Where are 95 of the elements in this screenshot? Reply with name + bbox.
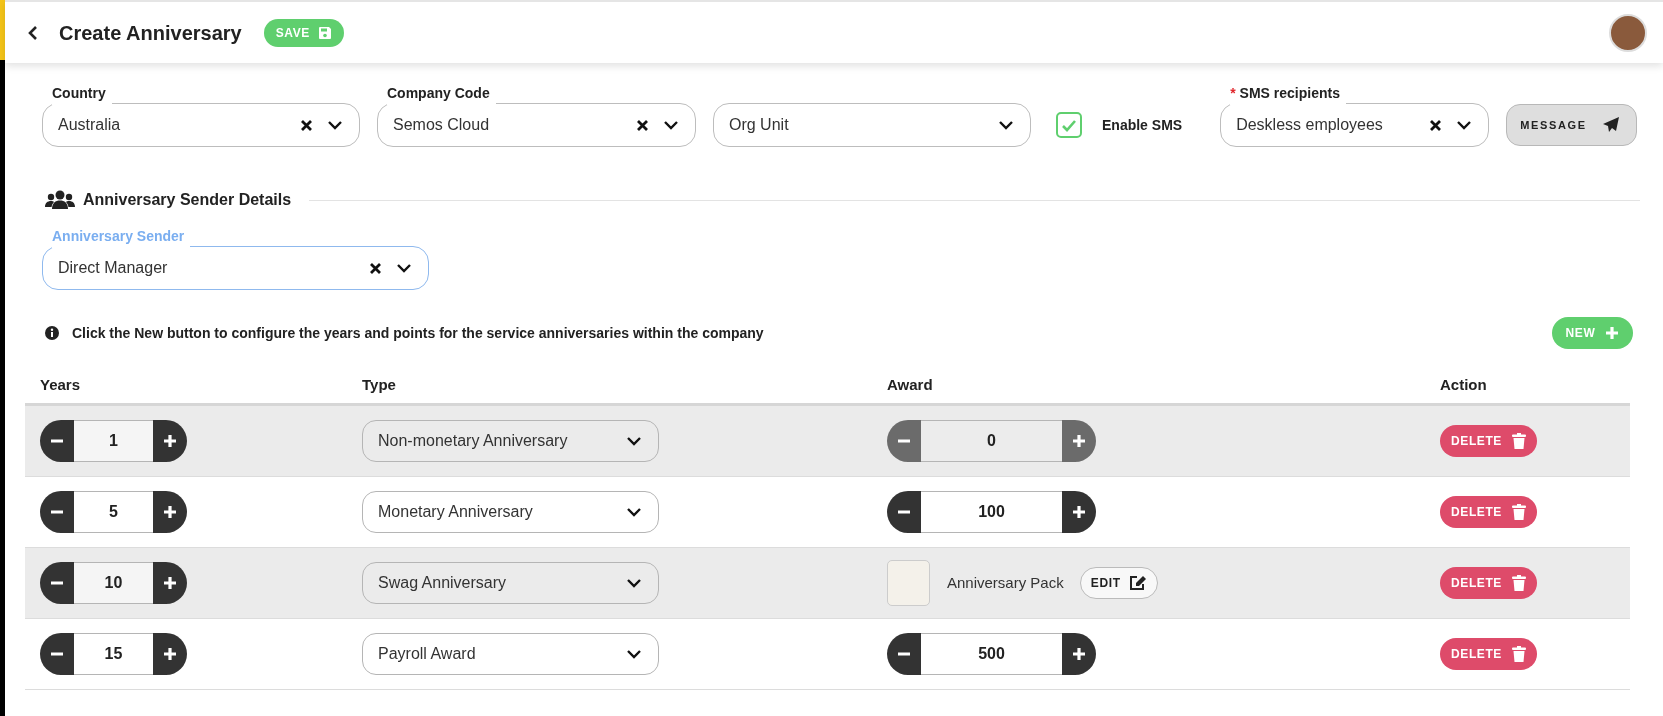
field-value: Direct Manager xyxy=(58,258,169,278)
info-icon xyxy=(45,326,59,340)
increment-button[interactable] xyxy=(1062,633,1096,675)
chevron-down-icon[interactable] xyxy=(626,507,642,517)
column-header: Action xyxy=(1440,375,1488,396)
plus-icon xyxy=(163,434,177,448)
decrement-button[interactable] xyxy=(40,420,74,462)
plus-icon xyxy=(1605,326,1620,340)
clear-icon[interactable] xyxy=(1429,118,1443,132)
select-field[interactable]: Payroll Award xyxy=(362,633,659,675)
field-placeholder: Org Unit xyxy=(729,115,790,135)
minus-icon xyxy=(50,581,64,585)
number-input[interactable]: 500 xyxy=(921,633,1062,675)
chevron-down-icon[interactable] xyxy=(998,120,1014,130)
trash-icon xyxy=(1511,574,1526,592)
number-input[interactable]: 100 xyxy=(921,491,1062,533)
avatar[interactable] xyxy=(1609,13,1647,52)
clear-icon[interactable] xyxy=(369,261,382,275)
field-value: Non-monetary Anniversary xyxy=(378,431,568,451)
chevron-down-icon[interactable] xyxy=(626,649,642,659)
check-icon xyxy=(1061,118,1077,132)
decrement-button[interactable] xyxy=(40,491,74,533)
chevron-down-icon[interactable] xyxy=(626,578,642,588)
trash-icon xyxy=(1511,503,1526,521)
column-header: Type xyxy=(362,375,397,396)
trash-icon xyxy=(1511,645,1526,663)
select-field[interactable]: Org Unit xyxy=(713,103,1031,147)
plus-icon xyxy=(1072,505,1086,519)
plus-icon xyxy=(163,647,177,661)
minus-icon xyxy=(50,510,64,514)
number-input[interactable]: 5 xyxy=(74,491,153,533)
edit-button[interactable]: EDIT xyxy=(1079,567,1158,599)
minus-icon xyxy=(50,652,64,656)
delete-button[interactable]: DELETE xyxy=(1440,496,1537,528)
field-value: Monetary Anniversary xyxy=(378,502,533,522)
save-icon xyxy=(317,25,332,40)
chevron-down-icon[interactable] xyxy=(1456,120,1473,130)
send-icon xyxy=(1602,116,1621,134)
plus-icon xyxy=(1072,647,1086,661)
select-field[interactable]: Swag Anniversary xyxy=(362,562,659,604)
award-name: Anniversary Pack xyxy=(947,572,1064,593)
number-input[interactable]: 10 xyxy=(74,562,153,604)
field-value: Deskless employees xyxy=(1236,115,1384,135)
delete-button[interactable]: DELETE xyxy=(1440,638,1537,670)
users-icon xyxy=(45,190,75,210)
page-title: Create Anniversary xyxy=(59,20,242,46)
clear-icon[interactable] xyxy=(300,118,313,132)
minus-icon xyxy=(50,439,64,443)
plus-icon xyxy=(1072,434,1086,448)
info-text: Click the New button to configure the years and points for the service anniversaries within the company xyxy=(72,323,764,343)
message-button[interactable]: MESSAGE xyxy=(1506,104,1638,146)
column-header: Years xyxy=(40,375,82,396)
trash-icon xyxy=(1511,432,1526,450)
plus-icon xyxy=(163,576,177,590)
decrement-button[interactable] xyxy=(887,633,921,675)
photo-placeholder xyxy=(887,560,930,606)
delete-button[interactable]: DELETE xyxy=(1440,425,1537,457)
field-value: Payroll Award xyxy=(378,644,476,664)
checkbox[interactable] xyxy=(1056,112,1082,138)
plus-icon xyxy=(163,505,177,519)
field-value: Australia xyxy=(58,115,122,135)
number-input[interactable]: 15 xyxy=(74,633,153,675)
chevron-down-icon[interactable] xyxy=(327,120,343,130)
increment-button[interactable] xyxy=(153,420,187,462)
field-label: SMS recipients xyxy=(1239,83,1340,103)
column-header: Award xyxy=(887,375,934,396)
accent-bar xyxy=(0,0,5,60)
increment-button[interactable] xyxy=(153,633,187,675)
section-heading: Anniversary Sender Details xyxy=(83,190,292,210)
select-field[interactable]: Non-monetary Anniversary xyxy=(362,420,659,462)
delete-button[interactable]: DELETE xyxy=(1440,567,1537,599)
chevron-down-icon[interactable] xyxy=(396,263,412,273)
chevron-down-icon[interactable] xyxy=(626,436,642,446)
increment-button[interactable] xyxy=(1062,491,1096,533)
select-field[interactable]: Monetary Anniversary xyxy=(362,491,659,533)
chevron-left-icon xyxy=(27,24,39,41)
decrement-button[interactable] xyxy=(40,562,74,604)
field-label: Country xyxy=(52,83,106,103)
decrement-button[interactable] xyxy=(40,633,74,675)
edit-icon xyxy=(1128,575,1147,591)
increment-button[interactable] xyxy=(153,562,187,604)
checkbox-label: Enable SMS xyxy=(1102,115,1183,135)
minus-icon xyxy=(897,652,911,656)
minus-icon xyxy=(897,510,911,514)
field-label: Company Code xyxy=(387,83,490,103)
field-value: Semos Cloud xyxy=(393,115,491,135)
minus-icon xyxy=(897,439,911,443)
decrement-button[interactable] xyxy=(887,491,921,533)
chevron-down-icon[interactable] xyxy=(663,120,679,130)
required-mark: * xyxy=(1230,83,1236,103)
increment-button[interactable] xyxy=(153,491,187,533)
field-label: Anniversary Sender xyxy=(52,226,185,246)
clear-icon[interactable] xyxy=(636,118,649,132)
field-value: Swag Anniversary xyxy=(378,573,507,593)
number-input[interactable]: 1 xyxy=(74,420,153,462)
